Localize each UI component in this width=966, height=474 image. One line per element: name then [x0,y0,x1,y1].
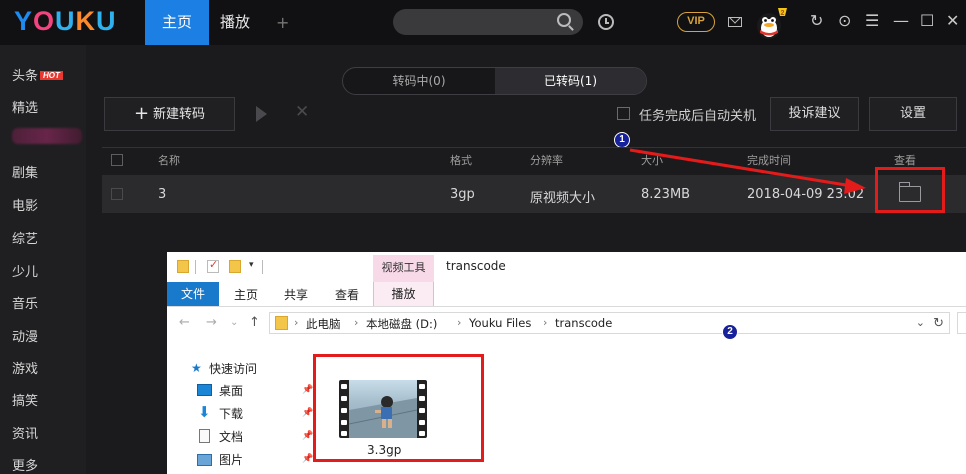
tab-file[interactable]: 文件 [167,282,219,306]
address-row: ← → ⌄ ↑ › 此电脑 › 本地磁盘 (D:) › Youku Files … [167,310,966,338]
tab-view[interactable]: 查看 [335,286,359,303]
video-tools-context-tab[interactable]: 视频工具 [373,255,434,285]
video-file-thumbnail[interactable] [339,380,427,438]
pin-icon[interactable]: 📌 [302,385,313,395]
tab-home[interactable]: 主页 [234,286,258,303]
nav-quick-access[interactable]: 快速访问 [209,360,257,377]
tab-play[interactable]: 播放 [373,282,434,306]
folder-icon[interactable] [177,260,189,273]
star-icon: ★ [191,361,202,375]
up-icon[interactable]: ↑ [249,315,260,330]
breadcrumb-transcode[interactable]: transcode [555,316,612,330]
back-icon[interactable]: ← [179,315,190,330]
file-name-label[interactable]: 3.3gp [367,443,401,457]
nav-documents[interactable]: 文档 [219,428,243,445]
video-frame-image [349,380,417,438]
nav-desktop[interactable]: 桌面 [219,382,243,399]
pin-icon[interactable]: 📌 [302,408,313,418]
recent-dropdown-icon[interactable]: ⌄ [230,317,238,328]
pin-icon[interactable]: 📌 [302,431,313,441]
window-title: transcode [446,259,506,273]
download-icon: ⬇ [198,403,211,421]
divider [195,260,196,274]
nav-downloads[interactable]: 下载 [219,405,243,422]
quick-access-dropdown-icon[interactable]: ▾ [249,260,254,270]
pictures-icon [197,454,212,466]
divider [262,260,263,274]
forward-icon[interactable]: → [206,315,217,330]
nav-pictures[interactable]: 图片 [219,451,243,468]
annotation-badge-2: 2 [722,324,738,340]
refresh-icon[interactable]: ↻ [933,316,944,331]
file-explorer-window: ▾ 视频工具 transcode 文件 主页 共享 查看 播放 ← → ⌄ ↑ … [167,252,966,474]
breadcrumb-youku-files[interactable]: Youku Files [469,316,531,330]
search-box[interactable] [957,312,966,334]
folder-icon [275,316,288,330]
address-bar[interactable]: › 此电脑 › 本地磁盘 (D:) › Youku Files › transc… [269,312,950,334]
documents-icon [199,429,210,443]
breadcrumb-disk[interactable]: 本地磁盘 (D:) [366,316,437,332]
navigation-pane: ★ 快速访问 桌面 📌 ⬇ 下载 📌 文档 📌 图片 📌 [167,352,313,474]
new-folder-icon[interactable] [229,260,241,273]
desktop-icon [197,384,212,396]
ribbon-tabs: 文件 主页 共享 查看 播放 [167,282,966,307]
explorer-title-bar: ▾ 视频工具 transcode [167,252,966,285]
properties-icon[interactable] [207,258,219,273]
breadcrumb-pc[interactable]: 此电脑 [306,316,341,332]
pin-icon[interactable]: 📌 [302,454,313,464]
tab-share[interactable]: 共享 [284,286,308,303]
address-dropdown-icon[interactable]: ⌄ [916,316,925,329]
